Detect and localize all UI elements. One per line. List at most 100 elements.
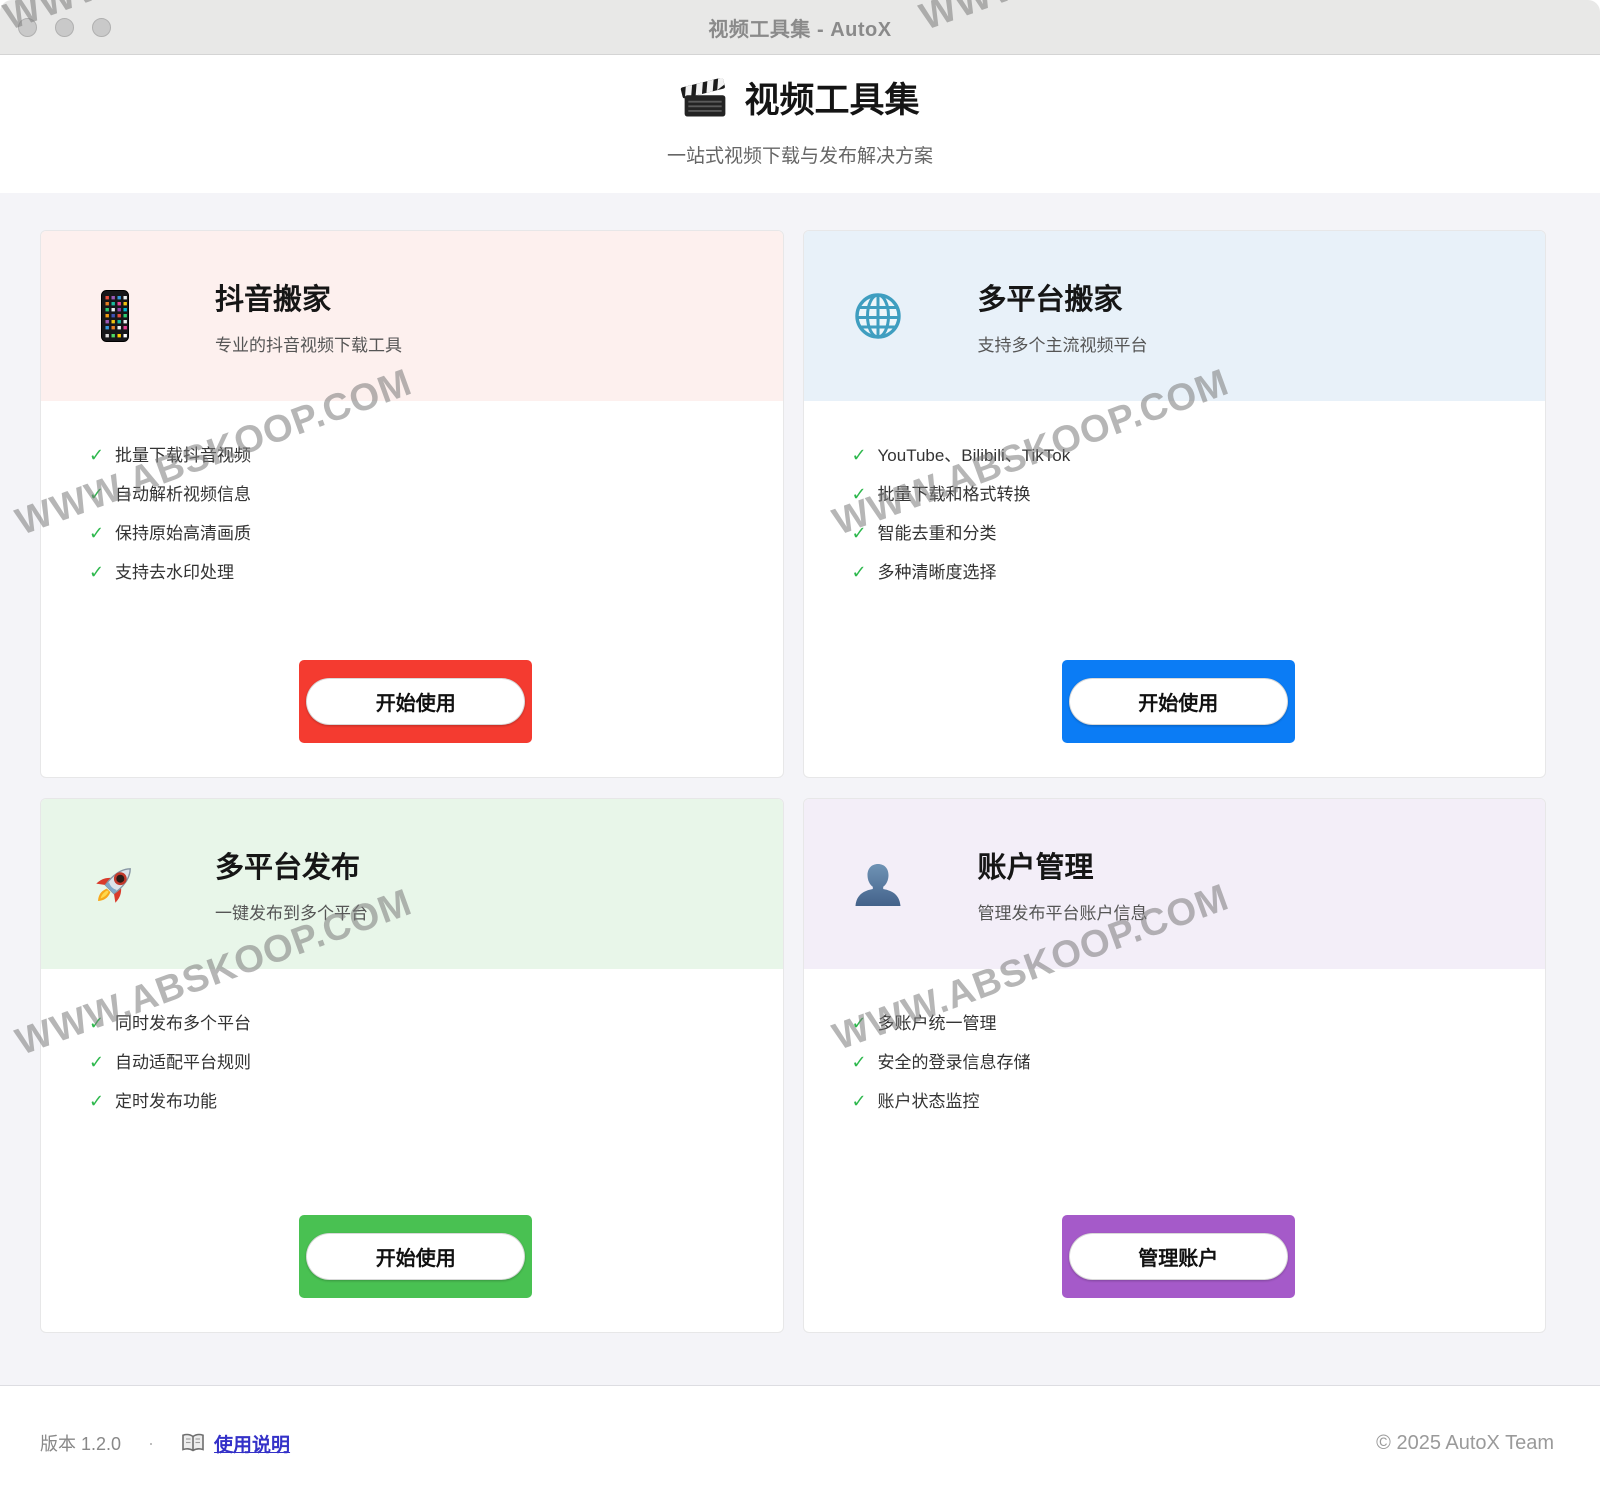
feature-item: ✓ 批量下载和格式转换 [852,480,1506,505]
smartphone-icon [85,290,145,342]
check-icon: ✓ [89,523,104,544]
button-label: 开始使用 [306,1233,525,1280]
open-book-icon [181,1433,205,1453]
card-subtitle: 支持多个主流视频平台 [978,331,1148,356]
check-icon: ✓ [852,1013,867,1034]
page-subtitle: 一站式视频下载与发布解决方案 [0,141,1600,168]
start-multiplatform-button[interactable]: 开始使用 [1062,660,1295,743]
feature-text: 账户状态监控 [878,1087,980,1112]
card-header: 账户管理 管理发布平台账户信息 [804,799,1546,969]
feature-text: 支持去水印处理 [115,558,234,583]
feature-text: 自动适配平台规则 [115,1048,251,1073]
feature-list: ✓ YouTube、Bilibili、TikTok ✓ 批量下载和格式转换 ✓ 智能去… [852,441,1506,597]
card-body: ✓ 多账户统一管理 ✓ 安全的登录信息存储 ✓ 账户状态监控 管理账户 [804,969,1546,1332]
feature-text: 同时发布多个平台 [115,1009,251,1034]
feature-item: ✓ 账户状态监控 [852,1087,1506,1112]
card-header-text: 多平台发布 一键发布到多个平台 [215,844,368,924]
feature-text: 定时发布功能 [115,1087,217,1112]
feature-text: YouTube、Bilibili、TikTok [878,441,1071,466]
page-title-row: 视频工具集 [0,72,1600,123]
feature-text: 自动解析视频信息 [115,480,251,505]
window-title: 视频工具集 - AutoX [708,13,891,42]
feature-item: ✓ 多种清晰度选择 [852,558,1506,583]
card-header: 多平台搬家 支持多个主流视频平台 [804,231,1546,401]
check-icon: ✓ [852,523,867,544]
card-subtitle: 专业的抖音视频下载工具 [215,331,402,356]
footer-left: 版本 1.2.0 · 使用说明 [40,1430,290,1457]
card-title: 账户管理 [978,844,1148,886]
button-label: 管理账户 [1069,1233,1288,1280]
check-icon: ✓ [852,484,867,505]
button-label: 开始使用 [1069,678,1288,725]
card-multiplatform-mover: 多平台搬家 支持多个主流视频平台 ✓ YouTube、Bilibili、TikTo… [803,230,1547,778]
traffic-lights [18,0,111,55]
rocket-icon [85,857,145,911]
feature-text: 批量下载抖音视频 [115,441,251,466]
help-link[interactable]: 使用说明 [181,1430,290,1457]
zoom-button[interactable] [92,18,111,37]
card-title: 多平台发布 [215,844,368,886]
feature-list: ✓ 批量下载抖音视频 ✓ 自动解析视频信息 ✓ 保持原始高清画质 ✓ 支持去水印处理 [89,441,743,597]
copyright-text: © 2025 AutoX Team [1376,1432,1554,1455]
check-icon: ✓ [89,445,104,466]
check-icon: ✓ [852,1091,867,1112]
help-link-text: 使用说明 [214,1430,290,1457]
clapperboard-icon [680,78,730,118]
start-douyin-button[interactable]: 开始使用 [299,660,532,743]
feature-item: ✓ 定时发布功能 [89,1087,743,1112]
feature-text: 安全的登录信息存储 [878,1048,1031,1073]
check-icon: ✓ [89,1013,104,1034]
feature-item: ✓ 批量下载抖音视频 [89,441,743,466]
close-button[interactable] [18,18,37,37]
feature-item: ✓ 自动解析视频信息 [89,480,743,505]
card-body: ✓ 同时发布多个平台 ✓ 自动适配平台规则 ✓ 定时发布功能 开始使用 [41,969,783,1332]
card-title: 抖音搬家 [215,276,402,318]
window-titlebar: 视频工具集 - AutoX [0,0,1600,55]
card-title: 多平台搬家 [978,276,1148,318]
check-icon: ✓ [89,562,104,583]
feature-item: ✓ YouTube、Bilibili、TikTok [852,441,1506,466]
feature-text: 多账户统一管理 [878,1009,997,1034]
minimize-button[interactable] [55,18,74,37]
card-body: ✓ 批量下载抖音视频 ✓ 自动解析视频信息 ✓ 保持原始高清画质 ✓ 支持去水印处理 开… [41,401,783,777]
manage-accounts-button[interactable]: 管理账户 [1062,1215,1295,1298]
check-icon: ✓ [852,445,867,466]
card-subtitle: 一键发布到多个平台 [215,899,368,924]
feature-item: ✓ 智能去重和分类 [852,519,1506,544]
main-content: 抖音搬家 专业的抖音视频下载工具 ✓ 批量下载抖音视频 ✓ 自动解析视频信息 ✓ 保持… [0,193,1600,1385]
feature-item: ✓ 支持去水印处理 [89,558,743,583]
globe-icon [848,289,908,343]
card-multiplatform-publish: 多平台发布 一键发布到多个平台 ✓ 同时发布多个平台 ✓ 自动适配平台规则 ✓ 定时发… [40,798,784,1333]
person-icon [848,858,908,910]
page-title: 视频工具集 [744,72,919,123]
check-icon: ✓ [89,1091,104,1112]
card-header-text: 账户管理 管理发布平台账户信息 [978,844,1148,924]
feature-item: ✓ 自动适配平台规则 [89,1048,743,1073]
card-subtitle: 管理发布平台账户信息 [978,899,1148,924]
card-header-text: 多平台搬家 支持多个主流视频平台 [978,276,1148,356]
dot-separator: · [148,1433,154,1454]
check-icon: ✓ [852,1052,867,1073]
card-account-management: 账户管理 管理发布平台账户信息 ✓ 多账户统一管理 ✓ 安全的登录信息存储 ✓ 账户状… [803,798,1547,1333]
card-header: 多平台发布 一键发布到多个平台 [41,799,783,969]
feature-text: 多种清晰度选择 [878,558,997,583]
feature-text: 智能去重和分类 [878,519,997,544]
card-header: 抖音搬家 专业的抖音视频下载工具 [41,231,783,401]
feature-text: 批量下载和格式转换 [878,480,1031,505]
feature-item: ✓ 同时发布多个平台 [89,1009,743,1034]
feature-list: ✓ 多账户统一管理 ✓ 安全的登录信息存储 ✓ 账户状态监控 [852,1009,1506,1126]
feature-list: ✓ 同时发布多个平台 ✓ 自动适配平台规则 ✓ 定时发布功能 [89,1009,743,1126]
button-label: 开始使用 [306,678,525,725]
feature-text: 保持原始高清画质 [115,519,251,544]
card-header-text: 抖音搬家 专业的抖音视频下载工具 [215,276,402,356]
card-douyin-mover: 抖音搬家 专业的抖音视频下载工具 ✓ 批量下载抖音视频 ✓ 自动解析视频信息 ✓ 保持… [40,230,784,778]
check-icon: ✓ [89,1052,104,1073]
feature-item: ✓ 保持原始高清画质 [89,519,743,544]
feature-item: ✓ 多账户统一管理 [852,1009,1506,1034]
check-icon: ✓ [852,562,867,583]
app-header: 视频工具集 一站式视频下载与发布解决方案 [0,55,1600,193]
start-publish-button[interactable]: 开始使用 [299,1215,532,1298]
feature-item: ✓ 安全的登录信息存储 [852,1048,1506,1073]
check-icon: ✓ [89,484,104,505]
version-label: 版本 1.2.0 [40,1430,121,1456]
